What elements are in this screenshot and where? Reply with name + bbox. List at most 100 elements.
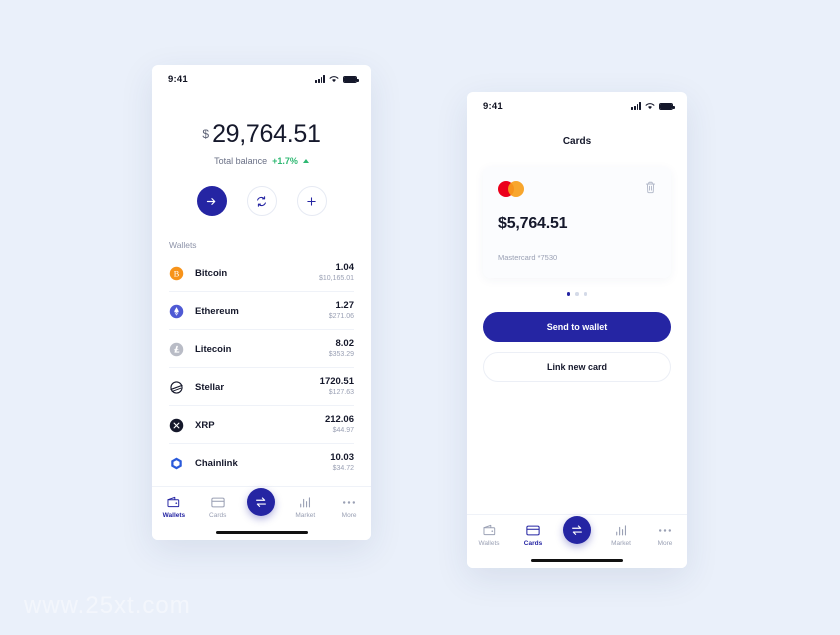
status-time: 9:41 — [168, 73, 188, 85]
tab-label: Cards — [209, 512, 227, 519]
wifi-icon — [645, 103, 655, 110]
wallet-amount: 1.27 — [335, 300, 355, 312]
card-header — [498, 181, 656, 199]
wallet-values: 212.06 $44.97 — [325, 414, 354, 435]
plus-icon — [307, 196, 316, 206]
currency-symbol: $ — [202, 127, 210, 141]
quick-actions — [152, 186, 371, 216]
table-row[interactable]: XRP 212.06 $44.97 — [169, 406, 354, 445]
page-title: Cards — [562, 136, 592, 147]
pagination-dot[interactable] — [566, 292, 571, 296]
wallet-values: 1.04 $10,165.01 — [318, 262, 355, 283]
link-new-card-button[interactable]: Link new card — [483, 351, 671, 382]
status-icons — [631, 102, 675, 110]
wallet-values: 1720.51 $127.63 — [320, 376, 354, 397]
home-indicator — [531, 558, 623, 562]
tab-label: More — [341, 512, 357, 519]
balance-subtitle: Total balance +1.7% — [152, 156, 371, 166]
pagination-dot[interactable] — [583, 292, 588, 296]
wallets-phone-screen: 9:41 $ 29,764.51 Total balance +1.7% Wal… — [152, 65, 371, 540]
chainlink-icon — [171, 457, 182, 469]
wallet-amount: 8.02 — [335, 338, 355, 350]
stellar-icon — [170, 380, 183, 394]
bitcoin-icon: B — [169, 266, 184, 280]
balance-label: Total balance — [214, 156, 268, 166]
table-row[interactable]: Stellar 1720.51 $127.63 — [169, 368, 354, 407]
tab-label: Wallets — [162, 512, 186, 519]
bottom-tab-bar: Wallets Cards Market More — [152, 486, 371, 540]
tab-label: Market — [295, 512, 316, 519]
tab-market[interactable]: Market — [599, 523, 643, 547]
wallet-usd: $353.29 — [328, 350, 354, 358]
exchange-icon — [256, 497, 267, 507]
xrp-icon — [169, 418, 184, 432]
tab-label: Market — [611, 540, 631, 547]
wallet-usd: $127.63 — [328, 388, 354, 396]
send-to-wallet-button[interactable]: Send to wallet — [483, 311, 671, 342]
battery-icon — [343, 75, 359, 83]
balance-change: +1.7% — [272, 156, 298, 166]
pagination-dots[interactable] — [467, 292, 687, 296]
wallet-values: 10.03 $34.72 — [330, 452, 354, 473]
tab-label: Wallets — [478, 540, 500, 547]
card-number-label: Mastercard *7530 — [498, 253, 558, 262]
add-button[interactable] — [296, 186, 327, 216]
delete-card-button[interactable] — [645, 181, 656, 199]
wallet-name: Bitcoin — [195, 267, 228, 279]
ellipsis-icon — [342, 495, 356, 509]
refresh-icon — [257, 195, 266, 207]
bottom-tab-bar: Wallets Cards Market More — [467, 514, 687, 568]
tab-wallets[interactable]: Wallets — [152, 495, 196, 519]
signal-bars-icon — [631, 102, 641, 110]
tab-exchange[interactable] — [240, 488, 284, 516]
watermark: www.25xt.com — [24, 592, 191, 619]
chart-bars-icon — [615, 523, 627, 537]
exchange-fab[interactable] — [563, 516, 591, 544]
card-balance: $5,764.51 — [498, 215, 568, 232]
exchange-fab[interactable] — [247, 488, 276, 516]
status-bar: 9:41 — [467, 92, 687, 116]
exchange-button[interactable] — [246, 186, 277, 216]
tab-cards[interactable]: Cards — [511, 523, 555, 547]
battery-icon — [659, 102, 675, 110]
wallet-icon — [482, 523, 496, 537]
tab-exchange[interactable] — [555, 516, 599, 544]
ethereum-icon — [169, 304, 184, 318]
wallet-name: Chainlink — [195, 457, 238, 469]
chart-bars-icon — [299, 495, 311, 509]
tab-more[interactable]: More — [643, 523, 687, 547]
wallet-values: 1.27 $271.06 — [329, 300, 355, 321]
balance-row: $ 29,764.51 — [152, 122, 371, 147]
litecoin-icon — [169, 342, 184, 356]
table-row[interactable]: Ethereum 1.27 $271.06 — [169, 292, 355, 331]
pagination-dot[interactable] — [575, 292, 579, 296]
table-row[interactable]: Chainlink 10.03 $34.72 — [169, 444, 354, 481]
wallet-name: Litecoin — [195, 343, 232, 355]
status-icons — [315, 75, 359, 83]
wallet-amount: 1.04 — [335, 262, 355, 273]
tab-label: Cards — [523, 540, 543, 547]
credit-card-item[interactable]: $5,764.51 Mastercard *7530 — [483, 167, 671, 278]
wallet-usd: $34.72 — [332, 465, 354, 472]
tab-more[interactable]: More — [327, 495, 371, 519]
wallet-usd: $10,165.01 — [318, 274, 354, 282]
tab-market[interactable]: Market — [283, 495, 327, 519]
balance-amount: 29,764.51 — [212, 120, 321, 148]
cards-phone-screen: 9:41 Cards $5,764.51 Mastercard *7530 Se… — [467, 92, 687, 568]
wallet-name: Stellar — [195, 381, 225, 393]
wallet-amount: 10.03 — [330, 452, 354, 464]
table-row[interactable]: B Bitcoin 1.04 $10,165.01 — [169, 254, 355, 293]
arrow-right-icon — [206, 197, 216, 205]
wallet-usd: $44.97 — [332, 426, 354, 434]
tab-wallets[interactable]: Wallets — [467, 523, 511, 547]
wallets-section-label: Wallets — [169, 240, 197, 250]
wallet-name: XRP — [195, 419, 215, 431]
card-icon — [211, 495, 225, 509]
table-row[interactable]: Litecoin 8.02 $353.29 — [169, 330, 355, 369]
tab-cards[interactable]: Cards — [196, 495, 240, 519]
trash-icon — [645, 181, 656, 194]
wifi-icon — [329, 76, 339, 83]
total-balance-block: $ 29,764.51 Total balance +1.7% — [152, 89, 371, 167]
send-button[interactable] — [196, 186, 227, 216]
wallet-icon — [167, 495, 180, 509]
